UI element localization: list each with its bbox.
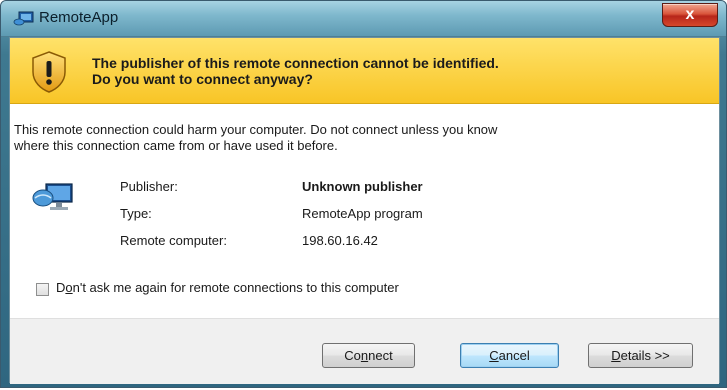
- connect-button[interactable]: Connect: [322, 343, 415, 368]
- type-value: RemoteApp program: [302, 206, 423, 221]
- close-icon: x: [685, 6, 695, 23]
- warning-message: This remote connection could harm your c…: [14, 122, 704, 154]
- cancel-button[interactable]: Cancel: [460, 343, 559, 368]
- remoteapp-dialog: RemoteApp x The publisher of this remote…: [0, 0, 727, 388]
- publisher-value: Unknown publisher: [302, 179, 423, 194]
- details-accel: D: [611, 348, 621, 363]
- dont-ask-again-checkbox[interactable]: [36, 283, 49, 296]
- dont-ask-rest: n't ask me again for remote connections …: [72, 280, 399, 295]
- banner-line-2: Do you want to connect anyway?: [92, 71, 313, 87]
- dialog-client-area: The publisher of this remote connection …: [9, 37, 720, 384]
- title-bar[interactable]: RemoteApp x: [1, 1, 726, 37]
- publisher-label: Publisher:: [120, 179, 178, 194]
- dont-ask-again-label[interactable]: Don't ask me again for remote connection…: [56, 280, 399, 295]
- close-button[interactable]: x: [662, 3, 718, 27]
- remote-computer-icon: [32, 183, 73, 210]
- remote-computer-value: 198.60.16.42: [302, 233, 378, 248]
- details-button[interactable]: Details >>: [588, 343, 693, 368]
- banner-heading: The publisher of this remote connection …: [92, 55, 499, 87]
- connect-prefix: Co: [344, 348, 361, 363]
- type-label: Type:: [120, 206, 152, 221]
- connect-rest: nect: [368, 348, 393, 363]
- cancel-accel: C: [489, 348, 499, 363]
- warning-banner: The publisher of this remote connection …: [10, 38, 719, 104]
- warning-line-1: This remote connection could harm your c…: [14, 122, 498, 137]
- remoteapp-icon: [13, 11, 34, 26]
- details-rest: etails >>: [620, 348, 670, 363]
- banner-line-1: The publisher of this remote connection …: [92, 55, 499, 71]
- dont-ask-prefix: D: [56, 280, 66, 295]
- cancel-rest: ancel: [498, 348, 530, 363]
- dont-ask-accel: o: [65, 280, 73, 295]
- button-bar: Connect Cancel Details >>: [10, 319, 719, 384]
- warning-line-2: where this connection came from or have …: [14, 138, 338, 153]
- warning-shield-icon: [32, 51, 66, 93]
- remote-computer-label: Remote computer:: [120, 233, 227, 248]
- window-title: RemoteApp: [39, 9, 119, 26]
